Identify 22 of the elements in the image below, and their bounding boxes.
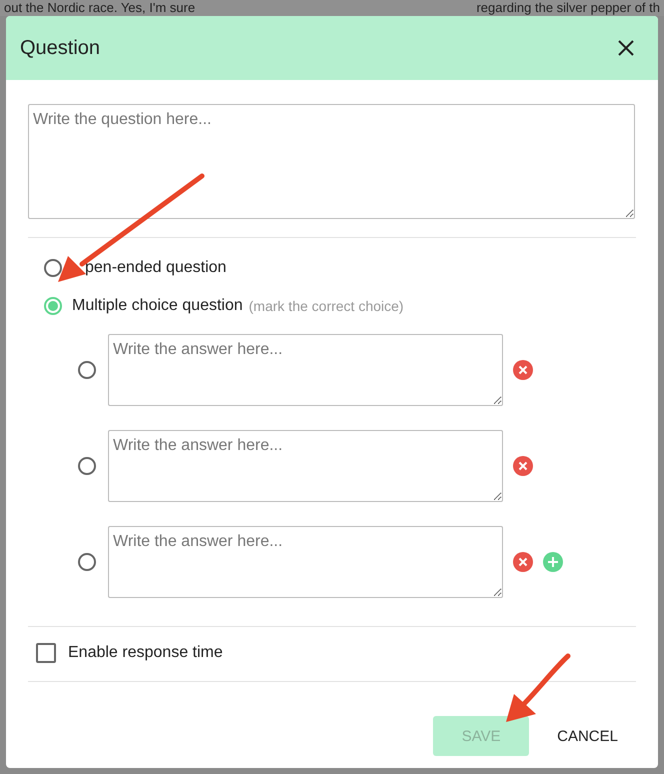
answer-field[interactable]: Write the answer here... xyxy=(108,430,503,502)
option-label: pen-ended question xyxy=(84,259,226,277)
dialog-title: Question xyxy=(20,36,100,60)
background-text: out the Nordic race. Yes, I'm sure xyxy=(4,0,196,16)
answer-field[interactable]: Write the answer here... xyxy=(108,526,503,598)
radio-button[interactable] xyxy=(44,297,62,315)
radio-button[interactable] xyxy=(78,361,96,379)
remove-icon[interactable] xyxy=(513,552,533,572)
answer-field[interactable]: Write the answer here... xyxy=(108,334,503,406)
option-label: Multiple choice question xyxy=(72,297,243,315)
remove-icon[interactable] xyxy=(513,456,533,476)
close-button[interactable] xyxy=(616,38,636,58)
question-field[interactable]: Write the question here... xyxy=(28,104,635,219)
checkbox[interactable] xyxy=(36,643,56,663)
close-icon xyxy=(618,40,634,56)
remove-icon[interactable] xyxy=(513,360,533,380)
option-hint: (mark the correct choice) xyxy=(248,298,404,314)
cancel-button[interactable]: CANCEL xyxy=(541,716,634,756)
background-text: regarding the silver pepper of th xyxy=(476,0,660,16)
radio-button[interactable] xyxy=(78,457,96,475)
radio-button[interactable] xyxy=(78,553,96,571)
checkbox-label: Enable response time xyxy=(68,644,223,662)
